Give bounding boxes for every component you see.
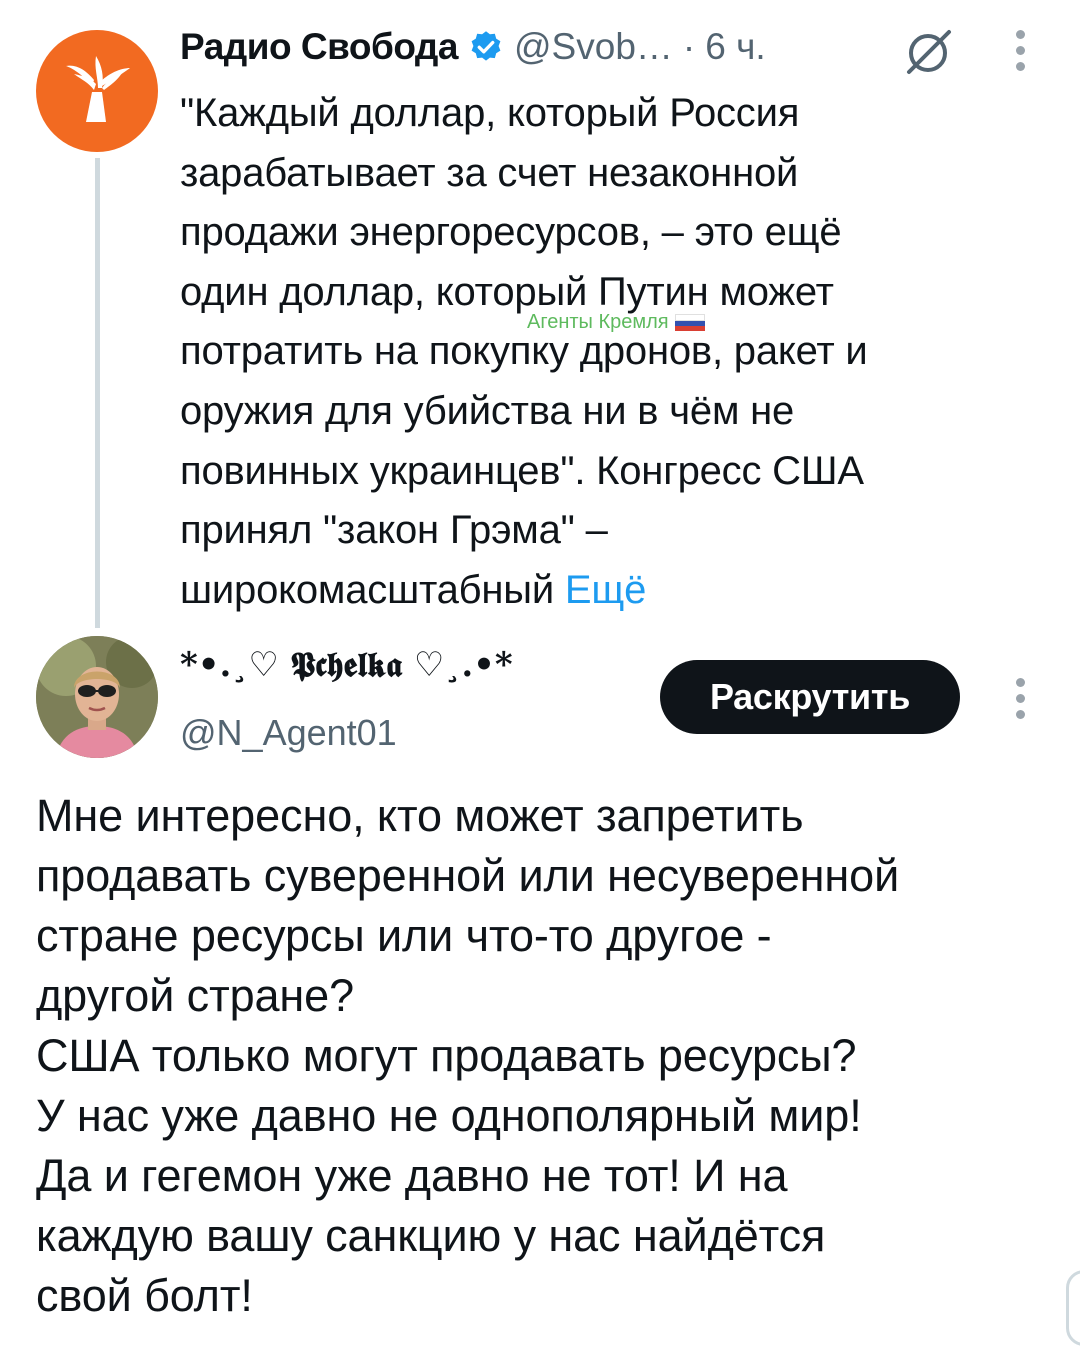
reply-text-line: другой стране? — [36, 970, 355, 1021]
russia-flag-icon — [674, 313, 705, 332]
tweet-text-line: оружия для убийства ни в чём не — [180, 388, 795, 433]
timestamp[interactable]: 6 ч. — [705, 26, 765, 68]
user-avatar[interactable] — [36, 636, 158, 758]
reply-text-line: каждую вашу санкцию у нас найдётся — [36, 1210, 826, 1261]
reply-author-name[interactable]: *•.¸♡ 𝕻𝖈𝖍𝖊𝖑𝖐𝖆 ♡¸.•* — [180, 645, 513, 685]
tweet-text-fragment: широкомасштабный — [180, 567, 554, 612]
reply-text-line: продавать суверенной или несуверенной — [36, 850, 900, 901]
scroll-widget-fragment — [1066, 1270, 1080, 1346]
tweet-text-line: принял "закон Грэма" – — [180, 508, 608, 553]
thread-connector-line — [95, 158, 100, 628]
tweet-text-line: повинных украинцев". Конгресс США — [180, 448, 864, 493]
show-more-link[interactable]: Ещё — [565, 568, 646, 612]
tweet-text-line: продажи энергоресурсов, – это ещё — [180, 210, 842, 255]
author-name[interactable]: Радио Свобода — [180, 26, 459, 68]
author-handle[interactable]: @Svob… — [514, 26, 673, 68]
reply-text-line: У нас уже давно не однополярный мир! — [36, 1090, 862, 1141]
more-options-icon[interactable] — [1014, 30, 1026, 71]
reply-text: Мне интересно, кто может запретить прода… — [36, 786, 1046, 1326]
tweet-text-last-line: широкомасштабный Ещё — [180, 561, 1040, 621]
verified-badge-icon — [468, 29, 504, 65]
tweet-text-line: "Каждый доллар, который Россия — [180, 91, 800, 135]
watermark: Агенты Кремля — [527, 311, 705, 334]
reply-text-line: Да и гегемон уже давно не тот! И на — [36, 1150, 788, 1201]
dot-separator: · — [682, 26, 696, 67]
tweet-text-line: зарабатывает за счет незаконной — [180, 150, 799, 195]
radio-svoboda-avatar[interactable] — [36, 30, 158, 152]
reply-text-line: стране ресурсы или что-то другое - — [36, 910, 772, 961]
reply-author-handle[interactable]: @N_Agent01 — [180, 712, 397, 754]
original-tweet-text: "Каждый доллар, который Россия зарабатыв… — [180, 84, 1040, 620]
reply-text-line: свой болт! — [36, 1270, 253, 1321]
torch-logo-icon — [66, 56, 130, 122]
reply-text-line: США только могут продавать ресурсы? — [36, 1030, 857, 1081]
reply-text-line: Мне интересно, кто может запретить — [36, 790, 804, 841]
grok-icon[interactable] — [903, 28, 955, 76]
watermark-text: Агенты Кремля — [527, 311, 669, 333]
reply-more-options-icon[interactable] — [1014, 678, 1026, 719]
original-tweet-header: Радио Свобода @Svob… · 6 ч. — [180, 22, 766, 72]
promote-button[interactable]: Раскрутить — [660, 660, 960, 734]
